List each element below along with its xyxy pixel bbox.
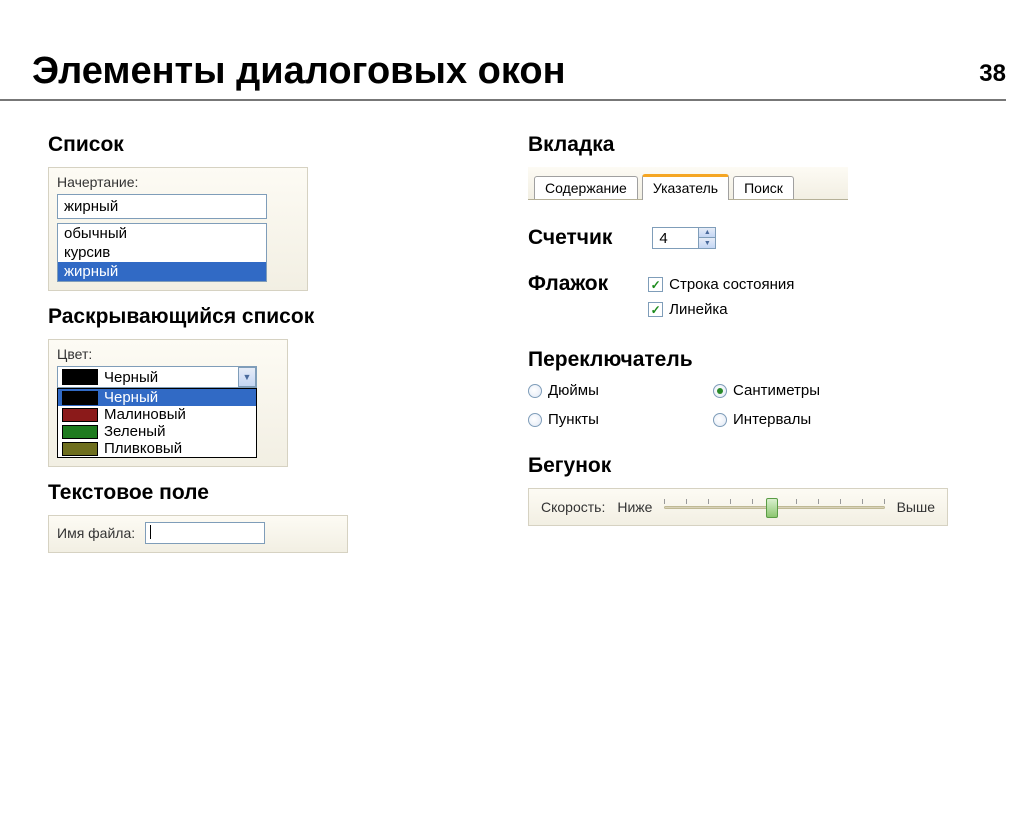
dropdown-item[interactable]: Пливковый bbox=[58, 440, 256, 457]
radio-inches[interactable]: Дюймы bbox=[528, 382, 673, 399]
radio-label: Сантиметры bbox=[733, 382, 820, 399]
dropdown-item[interactable]: Черный bbox=[58, 389, 256, 406]
list-input[interactable]: жирный bbox=[57, 194, 267, 219]
combobox[interactable]: Черный ▼ bbox=[57, 366, 257, 388]
spinner-buttons: ▲ ▼ bbox=[698, 228, 715, 248]
dropdown-item[interactable]: Малиновый bbox=[58, 406, 256, 423]
dropdown-list[interactable]: Черный Малиновый Зеленый Пливковый bbox=[57, 388, 257, 458]
radio-group: Дюймы Сантиметры Пункты Интервалы bbox=[528, 382, 858, 428]
list-heading: Список bbox=[48, 133, 468, 157]
tabstrip: Содержание Указатель Поиск bbox=[528, 167, 848, 200]
tab-index[interactable]: Указатель bbox=[642, 174, 729, 200]
tab-search[interactable]: Поиск bbox=[733, 176, 794, 199]
checkbox-label: Строка состояния bbox=[669, 276, 794, 293]
spinner-value[interactable]: 4 bbox=[653, 228, 698, 248]
textfield-panel: Имя файла: bbox=[48, 515, 348, 553]
slider-low-label: Ниже bbox=[617, 499, 652, 515]
combo-swatch bbox=[62, 369, 98, 385]
radio-icon[interactable] bbox=[528, 384, 542, 398]
radio-label: Пункты bbox=[548, 411, 599, 428]
tabs-heading: Вкладка bbox=[528, 133, 948, 157]
checkbox-item[interactable]: ✓ Строка состояния bbox=[648, 276, 794, 293]
chevron-down-icon[interactable]: ▼ bbox=[699, 238, 715, 248]
swatch-icon bbox=[62, 442, 98, 456]
slider-thumb[interactable] bbox=[766, 498, 778, 518]
dropdown-item-label: Пливковый bbox=[104, 440, 182, 457]
list-panel: Начертание: жирный обычный курсив жирный bbox=[48, 167, 308, 291]
slider-track[interactable] bbox=[664, 497, 884, 517]
radio-centimeters[interactable]: Сантиметры bbox=[713, 382, 858, 399]
textfield-label: Имя файла: bbox=[57, 525, 135, 541]
dropdown-item[interactable]: Зеленый bbox=[58, 423, 256, 440]
slider-label: Скорость: bbox=[541, 499, 605, 515]
dropdown-item-label: Малиновый bbox=[104, 406, 186, 423]
page-number: 38 bbox=[979, 60, 1006, 88]
radio-icon[interactable] bbox=[528, 413, 542, 427]
radio-points[interactable]: Пункты bbox=[528, 411, 673, 428]
list-item[interactable]: курсив bbox=[58, 243, 266, 262]
dropdown-label: Цвет: bbox=[57, 346, 279, 362]
swatch-icon bbox=[62, 425, 98, 439]
listbox[interactable]: обычный курсив жирный bbox=[57, 223, 267, 282]
check-icon[interactable]: ✓ bbox=[648, 277, 663, 292]
slider-panel: Скорость: Ниже Выше bbox=[528, 488, 948, 526]
check-icon[interactable]: ✓ bbox=[648, 302, 663, 317]
dropdown-heading: Раскрывающийся список bbox=[48, 305, 468, 329]
dropdown-item-label: Черный bbox=[104, 389, 158, 406]
chevron-down-icon[interactable]: ▼ bbox=[238, 367, 256, 387]
radio-label: Дюймы bbox=[548, 382, 599, 399]
page-title: Элементы диалоговых окон bbox=[32, 50, 1024, 93]
swatch-icon bbox=[62, 408, 98, 422]
list-label: Начертание: bbox=[57, 174, 299, 190]
checkbox-item[interactable]: ✓ Линейка bbox=[648, 301, 794, 318]
radio-icon[interactable] bbox=[713, 384, 727, 398]
radio-label: Интервалы bbox=[733, 411, 811, 428]
checkbox-label: Линейка bbox=[669, 301, 727, 318]
text-cursor-icon bbox=[150, 525, 151, 539]
slider-high-label: Выше bbox=[897, 499, 935, 515]
radio-heading: Переключатель bbox=[528, 348, 948, 372]
swatch-icon bbox=[62, 391, 98, 405]
chevron-up-icon[interactable]: ▲ bbox=[699, 228, 715, 238]
spinner-heading: Счетчик bbox=[528, 226, 612, 250]
list-item[interactable]: обычный bbox=[58, 224, 266, 243]
dropdown-item-label: Зеленый bbox=[104, 423, 165, 440]
title-rule bbox=[0, 99, 1006, 101]
radio-icon[interactable] bbox=[713, 413, 727, 427]
tab-content[interactable]: Содержание bbox=[534, 176, 638, 199]
checkbox-heading: Флажок bbox=[528, 272, 608, 296]
textfield-heading: Текстовое поле bbox=[48, 481, 468, 505]
list-item[interactable]: жирный bbox=[58, 262, 266, 281]
combo-text: Черный bbox=[104, 369, 238, 386]
filename-input[interactable] bbox=[145, 522, 265, 544]
radio-intervals[interactable]: Интервалы bbox=[713, 411, 858, 428]
spinner[interactable]: 4 ▲ ▼ bbox=[652, 227, 716, 249]
slider-heading: Бегунок bbox=[528, 454, 948, 478]
dropdown-panel: Цвет: Черный ▼ Черный Малиновый Зеленый bbox=[48, 339, 288, 467]
